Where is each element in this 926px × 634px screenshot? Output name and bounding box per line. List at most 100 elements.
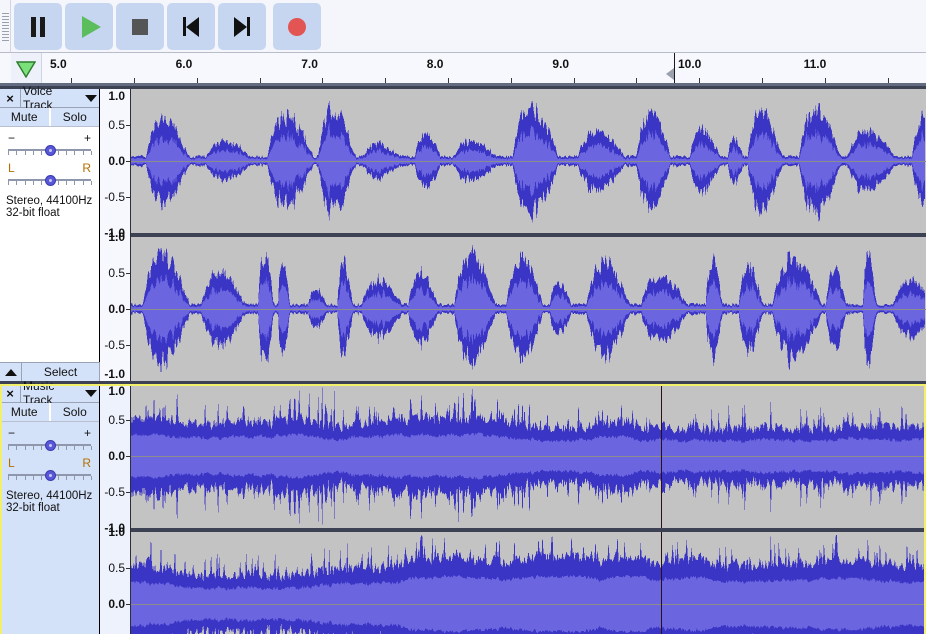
pan-slider-thumb[interactable] [44, 470, 56, 481]
waveform-channel[interactable] [131, 237, 926, 381]
vertical-ruler-label: -0.5 [104, 338, 125, 352]
transport-toolbar [0, 0, 926, 53]
zero-amplitude-line [131, 456, 926, 457]
solo-button[interactable]: Solo [49, 108, 99, 126]
vertical-ruler-tick [126, 125, 130, 126]
vertical-ruler-tick [126, 161, 130, 162]
pan-slider-labels: LR [8, 456, 91, 470]
close-track-button[interactable]: × [0, 89, 21, 107]
mute-solo-row: Mute Solo [0, 108, 99, 127]
zero-amplitude-line [131, 309, 926, 310]
track-music-track[interactable]: × Music Track Mute Solo − + L R Stereo, 44100Hz 3… [0, 379, 926, 634]
skip-end-button[interactable] [218, 3, 266, 50]
skip-start-icon [183, 16, 199, 37]
vertical-ruler-tick [126, 197, 130, 198]
solo-button[interactable]: Solo [49, 403, 99, 421]
mute-button[interactable]: Mute [0, 108, 50, 126]
zero-amplitude-line [131, 161, 926, 162]
vertical-ruler-label: 0.0 [108, 449, 125, 463]
record-button[interactable] [273, 3, 321, 50]
track-header-voice-track: × Voice Track [0, 86, 99, 112]
mute-solo-row: Mute Solo [0, 403, 99, 422]
playhead-indicator[interactable] [666, 53, 675, 84]
skip-end-icon [234, 16, 250, 37]
skip-start-button[interactable] [167, 3, 215, 50]
ruler-label: 6.0 [175, 57, 193, 71]
gain-slider[interactable] [8, 440, 92, 452]
gain-slider-thumb[interactable] [44, 145, 56, 156]
vertical-ruler-label: 0.0 [108, 302, 125, 316]
gain-max-label: + [83, 426, 91, 440]
gain-max-label: + [83, 131, 91, 145]
vertical-ruler-tick [126, 604, 130, 605]
waveform-channel[interactable] [131, 532, 926, 634]
vertical-ruler-label: 0.5 [108, 266, 125, 280]
pause-button[interactable] [14, 3, 62, 50]
gain-slider[interactable] [8, 145, 92, 157]
pan-left-label: L [8, 161, 15, 175]
play-button[interactable] [65, 3, 113, 50]
pan-slider-thumb[interactable] [44, 175, 56, 186]
pan-slider[interactable] [8, 470, 92, 482]
edit-cursor[interactable] [661, 384, 663, 528]
vertical-ruler-tick [126, 568, 130, 569]
vertical-ruler-label: 1.0 [108, 384, 125, 398]
pan-slider-block: LR [0, 452, 99, 482]
zero-amplitude-line [131, 604, 926, 605]
gain-slider-block: − + [0, 422, 99, 452]
pan-right-label: R [82, 161, 91, 175]
edit-cursor[interactable] [661, 532, 663, 634]
ruler-label: 7.0 [301, 57, 318, 71]
vertical-ruler-label: 0.5 [108, 561, 125, 575]
vertical-ruler-tick [126, 420, 130, 421]
track-format-line-2: 32-bit float [6, 207, 60, 219]
track-voice-track[interactable]: × Voice Track Mute Solo − + L R Stereo, 44100Hz 3… [0, 86, 926, 381]
stop-button[interactable] [116, 3, 164, 50]
vertical-ruler-voice-track[interactable]: 1.0 0.5 0.0 -0.5 -1.0 1.0 0.5 0.0 -0.5 -1.0 [100, 89, 131, 381]
track-name-label: Music Track [21, 379, 83, 407]
pan-slider[interactable] [8, 175, 92, 187]
vertical-ruler-label: 0.0 [108, 154, 125, 168]
track-format-info: Stereo, 44100Hz 32-bit float [0, 187, 99, 219]
gain-slider-labels: − + [8, 426, 91, 440]
vertical-ruler-tick [126, 345, 130, 346]
track-format-line-2: 32-bit float [6, 502, 60, 514]
waveform-area-voice-track[interactable] [131, 89, 926, 381]
chevron-down-icon[interactable] [83, 89, 99, 107]
ruler-label: 5.0 [50, 57, 67, 71]
pause-icon [31, 16, 45, 37]
mute-button[interactable]: Mute [0, 403, 50, 421]
track-control-panel-music-track[interactable]: × Music Track Mute Solo − + L R Stereo, 44100Hz 3… [0, 379, 100, 634]
playhead-grab-handle[interactable] [666, 68, 674, 80]
ruler-label: 10.0 [678, 57, 702, 71]
ruler-label: 9.0 [552, 57, 570, 71]
pan-right-label: R [82, 456, 91, 470]
toolbar-grip-handle[interactable] [0, 0, 11, 52]
playhead-pin-button[interactable] [11, 53, 42, 84]
vertical-ruler-music-track[interactable]: 1.00.50.0-0.5-1.01.00.50.0-0.5-1.0 [100, 384, 131, 634]
timeline-ruler[interactable]: 5.06.07.08.09.010.011.012.0 [0, 53, 926, 86]
collapse-track-button[interactable] [0, 363, 22, 381]
gain-min-label: − [8, 426, 16, 440]
audacity-window: 5.06.07.08.09.010.011.012.0 ×Voice Track… [0, 0, 926, 634]
ruler-label: 8.0 [426, 57, 444, 71]
track-control-panel-voice-track[interactable]: × Voice Track Mute Solo − + L R Stereo, 44100Hz 3… [0, 86, 100, 381]
vertical-ruler-label: 0.0 [108, 597, 125, 611]
pan-left-label: L [8, 456, 15, 470]
pan-slider-block: LR [0, 157, 99, 187]
close-track-button[interactable]: × [0, 384, 21, 402]
waveform-channel[interactable] [131, 89, 926, 233]
vertical-ruler-label: -1.0 [104, 367, 125, 381]
chevron-down-icon[interactable] [83, 384, 99, 402]
waveform-channel[interactable] [131, 384, 926, 528]
play-icon [81, 15, 101, 38]
gain-slider-thumb[interactable] [44, 440, 56, 451]
waveform-area-music-track[interactable] [131, 384, 926, 634]
ruler-label: 11.0 [803, 57, 827, 71]
vertical-ruler-label: 0.5 [108, 413, 125, 427]
playhead-pin-icon [16, 60, 36, 78]
pan-slider-labels: LR [8, 161, 91, 175]
vertical-ruler-label: 0.5 [108, 118, 125, 132]
track-panel-area[interactable]: × Voice Track Mute Solo − + L R Stereo, 44100Hz 3… [0, 86, 926, 634]
vertical-ruler-label: 1.0 [108, 525, 125, 539]
